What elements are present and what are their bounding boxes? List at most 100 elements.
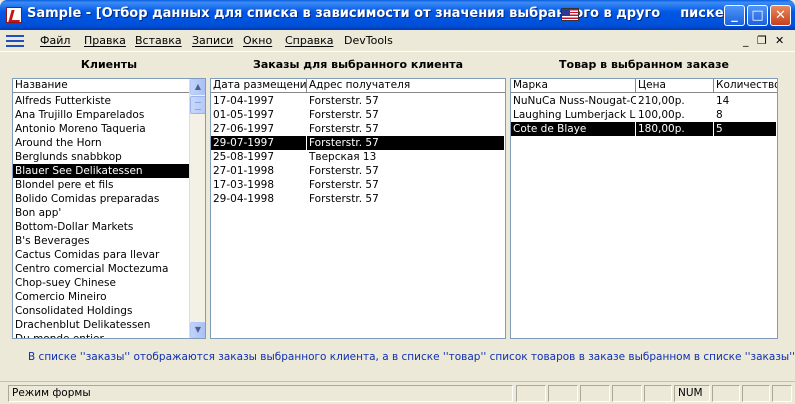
clients-row[interactable]: Alfreds Futterkiste bbox=[13, 94, 190, 108]
clients-row[interactable]: Comercio Mineiro bbox=[13, 290, 190, 304]
clients-row[interactable]: Bon app' bbox=[13, 206, 190, 220]
orders-header-address[interactable]: Адрес получателя bbox=[307, 79, 505, 93]
clients-header-name[interactable]: Название bbox=[13, 79, 190, 93]
clients-row[interactable]: Bottom-Dollar Markets bbox=[13, 220, 190, 234]
clients-cell: Du monde entier bbox=[15, 333, 104, 339]
clients-cell: Blauer See Delikatessen bbox=[13, 164, 190, 178]
orders-list[interactable]: Дата размещения Адрес получателя 17-04-1… bbox=[210, 78, 506, 339]
clients-list[interactable]: Название Alfreds Futterkiste Ana Trujillo… bbox=[12, 78, 206, 339]
orders-cell: 17-03-1998 bbox=[213, 179, 275, 191]
products-title: Товар в выбранном заказе bbox=[559, 58, 729, 71]
clients-cell: Blondel pere et fils bbox=[15, 179, 114, 191]
clients-scrollbar[interactable]: ▲ ▼ bbox=[189, 79, 205, 338]
products-header-quantity[interactable]: Количество bbox=[714, 79, 777, 93]
orders-row[interactable]: 17-04-1997 Forsterstr. 57 bbox=[211, 94, 505, 108]
menu-records[interactable]: Записи bbox=[192, 34, 233, 47]
orders-cell: 29-07-1997 bbox=[211, 136, 307, 150]
status-mode: Режим формы bbox=[8, 385, 513, 402]
products-cell: 5 bbox=[714, 122, 777, 136]
form-menu-icon[interactable] bbox=[6, 34, 24, 48]
orders-cell: 29-04-1998 bbox=[213, 193, 275, 205]
clients-cell: Around the Horn bbox=[15, 137, 102, 149]
clients-cell: Bottom-Dollar Markets bbox=[15, 221, 134, 233]
status-cell bbox=[612, 385, 642, 402]
status-num: NUM bbox=[674, 385, 710, 402]
mdi-close-button[interactable]: ✕ bbox=[775, 34, 784, 47]
menu-help[interactable]: Справка bbox=[285, 34, 333, 47]
clients-cell: Chop-suey Chinese bbox=[15, 277, 116, 289]
minimize-button[interactable]: _ bbox=[724, 5, 745, 26]
close-button[interactable]: ✕ bbox=[770, 5, 791, 26]
menu-window[interactable]: Окно bbox=[243, 34, 272, 47]
clients-cell: Alfreds Futterkiste bbox=[15, 95, 111, 107]
products-header-price[interactable]: Цена bbox=[636, 79, 714, 93]
clients-cell: Centro comercial Moctezuma bbox=[15, 263, 169, 275]
clients-row[interactable]: Antonio Moreno Taqueria bbox=[13, 122, 190, 136]
scroll-up-icon[interactable]: ▲ bbox=[190, 79, 205, 95]
orders-row[interactable]: 17-03-1998 Forsterstr. 57 bbox=[211, 178, 505, 192]
keyboard-layout-flag-icon bbox=[561, 8, 579, 21]
orders-title: Заказы для выбранного клиента bbox=[253, 58, 463, 71]
mdi-restore-button[interactable]: ❐ bbox=[757, 34, 767, 47]
menu-edit[interactable]: Правка bbox=[84, 34, 126, 47]
products-list[interactable]: Марка Цена Количество NuNuCa Nuss-Nougat… bbox=[510, 78, 778, 339]
products-cell: 210,00р. bbox=[638, 95, 685, 107]
clients-row[interactable]: Bolido Comidas preparadas bbox=[13, 192, 190, 206]
products-header-brand[interactable]: Марка bbox=[511, 79, 636, 93]
clients-row[interactable]: Chop-suey Chinese bbox=[13, 276, 190, 290]
clients-cell: B's Beverages bbox=[15, 235, 90, 247]
clients-row[interactable]: Blauer See Delikatessen bbox=[13, 164, 190, 178]
clients-row[interactable]: Berglunds snabbkop bbox=[13, 150, 190, 164]
status-cell bbox=[712, 385, 740, 402]
mdi-minimize-button[interactable]: _ bbox=[743, 34, 749, 47]
orders-row[interactable]: 29-04-1998 Forsterstr. 57 bbox=[211, 192, 505, 206]
scroll-thumb[interactable] bbox=[190, 96, 205, 114]
clients-cell: Bon app' bbox=[15, 207, 62, 219]
clients-row[interactable]: Blondel pere et fils bbox=[13, 178, 190, 192]
clients-title: Клиенты bbox=[80, 58, 138, 71]
products-row[interactable]: Cote de Blaye 180,00р. 5 bbox=[511, 122, 777, 136]
orders-row[interactable]: 27-06-1997 Forsterstr. 57 bbox=[211, 122, 505, 136]
scroll-down-icon[interactable]: ▼ bbox=[190, 322, 205, 338]
clients-row[interactable]: Drachenblut Delikatessen bbox=[13, 318, 190, 332]
status-cell bbox=[580, 385, 610, 402]
orders-row[interactable]: 25-08-1997 Тверская 13 bbox=[211, 150, 505, 164]
products-cell: Laughing Lumberjack Lager bbox=[513, 109, 636, 121]
clients-row[interactable]: Around the Horn bbox=[13, 136, 190, 150]
products-cell: 8 bbox=[716, 109, 723, 121]
orders-cell: Forsterstr. 57 bbox=[309, 179, 379, 191]
clients-row[interactable]: Centro comercial Moctezuma bbox=[13, 262, 190, 276]
status-cell bbox=[548, 385, 578, 402]
orders-cell: 17-04-1997 bbox=[213, 95, 275, 107]
status-cell bbox=[644, 385, 672, 402]
orders-cell: Forsterstr. 57 bbox=[307, 136, 505, 150]
title-bar[interactable]: Sample - [Отбор данных для списка в зави… bbox=[0, 0, 795, 30]
menu-devtools[interactable]: DevTools bbox=[344, 34, 393, 47]
status-cell bbox=[516, 385, 546, 402]
orders-row[interactable]: 29-07-1997 Forsterstr. 57 bbox=[211, 136, 505, 150]
maximize-button[interactable]: □ bbox=[747, 5, 768, 26]
clients-cell: Cactus Comidas para llevar bbox=[15, 249, 160, 261]
orders-cell: 27-01-1998 bbox=[213, 165, 275, 177]
clients-row[interactable]: B's Beverages bbox=[13, 234, 190, 248]
clients-row[interactable]: Consolidated Holdings bbox=[13, 304, 190, 318]
products-row[interactable]: Laughing Lumberjack Lager100,00р. 8 bbox=[511, 108, 777, 122]
clients-row[interactable]: Ana Trujillo Emparelados bbox=[13, 108, 190, 122]
menu-insert[interactable]: Вставка bbox=[135, 34, 182, 47]
window-title-part2: писке] bbox=[680, 6, 730, 21]
resize-grip-icon[interactable] bbox=[772, 385, 792, 402]
orders-header-date[interactable]: Дата размещения bbox=[211, 79, 307, 93]
clients-row[interactable]: Cactus Comidas para llevar bbox=[13, 248, 190, 262]
products-row[interactable]: NuNuCa Nuss-Nougat-Creme210,00р. 14 bbox=[511, 94, 777, 108]
orders-cell: Forsterstr. 57 bbox=[309, 109, 379, 121]
app-icon[interactable] bbox=[6, 7, 22, 23]
orders-cell: Forsterstr. 57 bbox=[309, 123, 379, 135]
orders-cell: Тверская 13 bbox=[309, 151, 377, 163]
orders-row[interactable]: 27-01-1998 Forsterstr. 57 bbox=[211, 164, 505, 178]
menu-bar: Файл Правка Вставка Записи Окно Справка … bbox=[0, 30, 795, 52]
products-cell: Cote de Blaye bbox=[511, 122, 636, 136]
status-bar: Режим формы NUM bbox=[0, 381, 795, 404]
orders-row[interactable]: 01-05-1997 Forsterstr. 57 bbox=[211, 108, 505, 122]
menu-file[interactable]: Файл bbox=[40, 34, 70, 47]
clients-row[interactable]: Du monde entier bbox=[13, 332, 190, 339]
